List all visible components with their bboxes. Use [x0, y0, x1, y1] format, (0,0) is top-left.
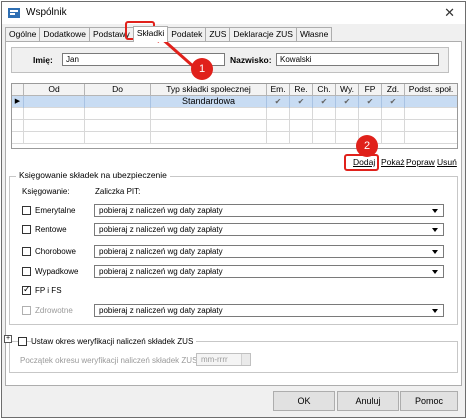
column-header-podst[interactable]: Podst. społ.	[405, 84, 457, 96]
zdrowotne-pit-value: pobieraj z naliczeń wg daty zapłaty	[99, 306, 223, 315]
grid-indicator-header	[12, 84, 24, 96]
rentowe-pit-value: pobieraj z naliczeń wg daty zapłaty	[99, 225, 223, 234]
zaliczka-pit-header: Zaliczka PIT:	[95, 187, 141, 196]
cell-typ[interactable]: Standardowa	[151, 96, 267, 108]
check-zd-icon: ✔	[382, 96, 405, 108]
show-link[interactable]: Pokaż	[381, 157, 405, 167]
last-name-label: Nazwisko:	[230, 55, 272, 65]
check-wy-icon: ✔	[336, 96, 359, 108]
help-button[interactable]: Pomoc	[400, 391, 458, 411]
column-header-od[interactable]: Od	[24, 84, 85, 96]
annotation-badge-1: 1	[191, 58, 213, 80]
tab-skladki[interactable]: Składki	[132, 26, 169, 42]
cell-od[interactable]	[24, 96, 85, 108]
tab-strip: Ogólne Dodatkowe Podstawy Składki Podate…	[5, 26, 333, 42]
chevron-down-icon	[432, 270, 438, 274]
column-header-zd[interactable]: Zd.	[382, 84, 405, 96]
rentowe-checkbox[interactable]	[22, 225, 31, 234]
emerytalne-checkbox[interactable]	[22, 206, 31, 215]
cell-do[interactable]	[85, 96, 151, 108]
chorobowe-label: Chorobowe	[35, 247, 76, 256]
column-header-fp[interactable]: FP	[359, 84, 382, 96]
contributions-grid[interactable]: Od Do Typ składki społecznej Em. Re. Ch.…	[11, 83, 458, 149]
rentowe-label: Rentowe	[35, 225, 67, 234]
emerytalne-pit-select[interactable]: pobieraj z naliczeń wg daty zapłaty	[94, 204, 444, 217]
check-ch-icon: ✔	[313, 96, 336, 108]
table-row-empty	[12, 132, 457, 144]
tab-deklaracje-zus[interactable]: Deklaracje ZUS	[229, 27, 297, 41]
rentowe-pit-select[interactable]: pobieraj z naliczeń wg daty zapłaty	[94, 223, 444, 236]
check-fp-icon: ✔	[359, 96, 382, 108]
last-name-field[interactable]: Kowalski	[276, 53, 439, 66]
chorobowe-pit-select[interactable]: pobieraj z naliczeń wg daty zapłaty	[94, 245, 444, 258]
chorobowe-checkbox[interactable]	[22, 247, 31, 256]
first-name-label: Imię:	[33, 55, 53, 65]
tab-zus[interactable]: ZUS	[205, 27, 231, 41]
emerytalne-label: Emerytalne	[35, 206, 76, 215]
check-em-icon: ✔	[267, 96, 290, 108]
tab-wlasne[interactable]: Własne	[295, 27, 333, 41]
calendar-icon[interactable]	[241, 354, 250, 365]
chorobowe-pit-value: pobieraj z naliczeń wg daty zapłaty	[99, 247, 223, 256]
wypadkowe-pit-select[interactable]: pobieraj z naliczeń wg daty zapłaty	[94, 265, 444, 278]
delete-link[interactable]: Usuń	[437, 157, 457, 167]
weryfikacja-checkbox[interactable]	[18, 337, 27, 346]
table-row-empty	[12, 120, 457, 132]
column-header-wy[interactable]: Wy.	[336, 84, 359, 96]
chevron-down-icon	[432, 309, 438, 313]
title-bar: Wspólnik ✕	[2, 2, 465, 24]
zdrowotne-label: Zdrowotne	[35, 306, 73, 315]
wypadkowe-pit-value: pobieraj z naliczeń wg daty zapłaty	[99, 267, 223, 276]
cell-podst[interactable]	[405, 96, 457, 108]
chevron-down-icon	[432, 228, 438, 232]
table-row-empty	[12, 108, 457, 120]
annotation-highlight-add	[344, 154, 379, 171]
column-header-do[interactable]: Do	[85, 84, 151, 96]
column-header-ch[interactable]: Ch.	[313, 84, 336, 96]
emerytalne-pit-value: pobieraj z naliczeń wg daty zapłaty	[99, 206, 223, 215]
ksiegowanie-header: Księgowanie:	[22, 187, 70, 196]
fp-fs-checkbox[interactable]	[22, 284, 31, 295]
table-row[interactable]: ▶ Standardowa ✔ ✔ ✔ ✔ ✔ ✔	[12, 96, 457, 108]
wypadkowe-checkbox[interactable]	[22, 267, 31, 276]
fp-fs-label: FP i FS	[35, 286, 62, 295]
row-indicator-icon: ▶	[12, 96, 24, 108]
annotation-badge-2: 2	[356, 135, 378, 157]
app-icon	[8, 8, 20, 18]
weryfikacja-start-label: Początek okresu weryfikacji naliczeń skł…	[20, 356, 200, 365]
check-re-icon: ✔	[290, 96, 313, 108]
tab-ogolne[interactable]: Ogólne	[5, 27, 41, 41]
tab-dodatkowe[interactable]: Dodatkowe	[39, 27, 90, 41]
ksiegowanie-group-title: Księgowanie składek na ubezpieczenie	[16, 170, 170, 180]
column-header-em[interactable]: Em.	[267, 84, 290, 96]
ok-button[interactable]: OK	[273, 391, 335, 411]
zdrowotne-pit-select[interactable]: pobieraj z naliczeń wg daty zapłaty	[94, 304, 444, 317]
close-icon[interactable]: ✕	[444, 5, 455, 21]
cancel-button[interactable]: Anuluj	[337, 391, 399, 411]
zdrowotne-checkbox	[22, 306, 31, 315]
expand-icon[interactable]: +	[4, 335, 12, 343]
column-header-typ[interactable]: Typ składki społecznej	[151, 84, 267, 96]
chevron-down-icon	[432, 250, 438, 254]
window-title: Wspólnik	[26, 7, 67, 18]
column-header-re[interactable]: Re.	[290, 84, 313, 96]
edit-link[interactable]: Popraw	[406, 157, 435, 167]
wypadkowe-label: Wypadkowe	[35, 267, 79, 276]
chevron-down-icon	[432, 209, 438, 213]
weryfikacja-label: Ustaw okres weryfikacji naliczeń składek…	[31, 337, 197, 346]
